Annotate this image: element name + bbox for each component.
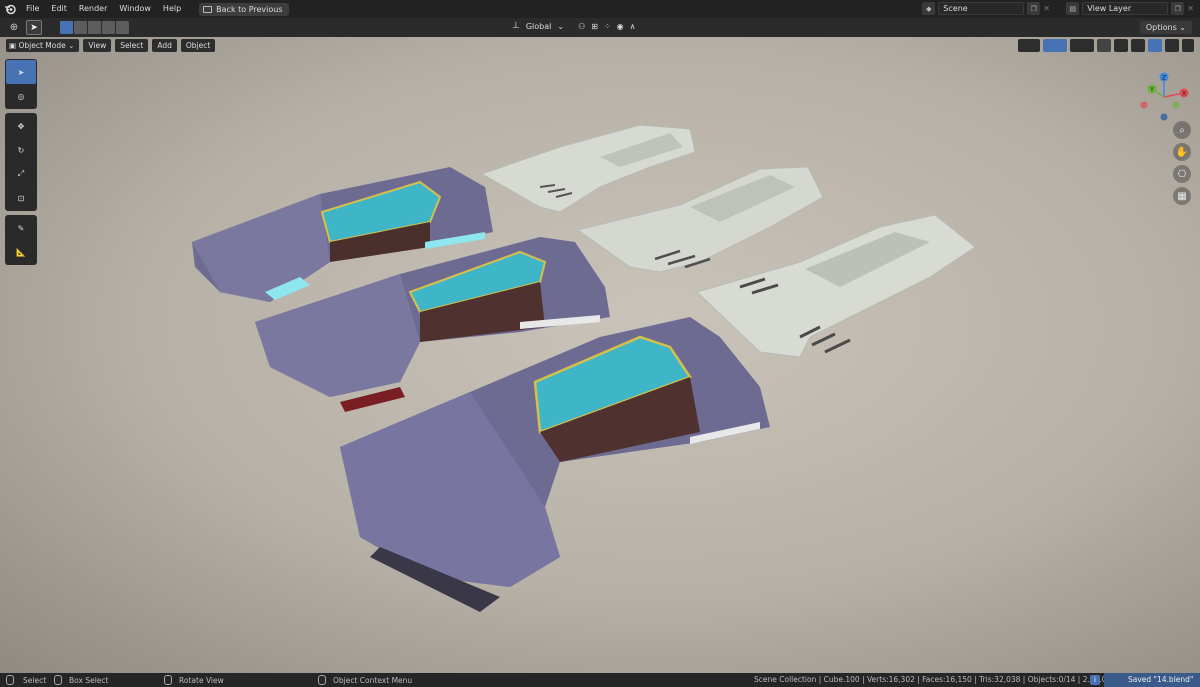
view-layer-close-icon[interactable]: ✕	[1187, 4, 1194, 13]
selection-mode-buttons	[60, 21, 129, 34]
left-toolbar: ➤ ◎ ✥ ↻ ⤢ ⊡ ✎ 📐	[5, 59, 37, 269]
tool-header: ⊕ ➤ ⊥ Global ⌄ ⚇ ⊞ ⁘ ◉ ∧ Options ⌄	[0, 18, 1200, 37]
transform-orientation-icon: ⊥	[512, 21, 520, 31]
menu-help[interactable]: Help	[157, 0, 187, 18]
object-mode-dropdown[interactable]: ▣ Object Mode ⌄	[6, 39, 80, 52]
move-tool-icon[interactable]: ✥	[6, 114, 36, 138]
menu-add[interactable]: Add	[152, 39, 177, 52]
info-icon[interactable]: i	[1090, 675, 1100, 685]
menu-file[interactable]: File	[20, 0, 45, 18]
cursor-tool-icon[interactable]: ◎	[6, 84, 36, 108]
object-mode-label: Object Mode	[18, 41, 66, 50]
status-select-label: Select	[23, 675, 47, 685]
scene-selector: ◆ Scene ❐ ✕	[922, 2, 1050, 15]
snap-icon[interactable]: ⊞	[591, 22, 598, 31]
pan-hand-icon[interactable]: ✋	[1173, 143, 1191, 161]
scene-browse-icon[interactable]: ◆	[922, 2, 936, 15]
xray-icon[interactable]	[1097, 39, 1111, 52]
scene-close-icon[interactable]: ✕	[1043, 4, 1050, 13]
view-layer-selector: ▤ View Layer ❐ ✕	[1066, 2, 1194, 15]
viewport-shading-controls	[1018, 39, 1194, 52]
camera-view-icon[interactable]: ⎔	[1173, 165, 1191, 183]
top-menu-bar: File Edit Render Window Help Back to Pre…	[0, 0, 1200, 18]
options-label: Options	[1145, 23, 1177, 32]
scene-name-field[interactable]: Scene	[938, 2, 1025, 15]
select-invert-icon[interactable]	[102, 21, 115, 34]
menu-select[interactable]: Select	[115, 39, 149, 52]
status-rotate-view-label: Rotate View	[179, 675, 224, 685]
scene-render	[192, 124, 976, 612]
view-layer-name-field[interactable]: View Layer	[1082, 2, 1169, 15]
mouse-middle-icon	[164, 675, 172, 685]
chevron-down-icon: ⌄	[557, 21, 565, 31]
gizmo-x-label: X	[1182, 91, 1186, 98]
select-extend-icon[interactable]	[74, 21, 87, 34]
shading-options-icon[interactable]	[1182, 39, 1194, 52]
view-layer-new-icon[interactable]: ❐	[1171, 2, 1185, 15]
white-model-2[interactable]	[576, 166, 824, 273]
annotate-tool-icon[interactable]: ✎	[6, 216, 36, 240]
zoom-icon[interactable]: ⌕	[1173, 121, 1191, 139]
mouse-right-icon	[318, 675, 326, 685]
gizmo-y-label: Y	[1149, 87, 1154, 94]
back-to-previous-button[interactable]: Back to Previous	[199, 2, 289, 16]
menu-window[interactable]: Window	[113, 0, 157, 18]
menu-edit[interactable]: Edit	[45, 0, 73, 18]
rendered-shading-icon[interactable]	[1165, 39, 1179, 52]
view-layer-browse-icon[interactable]: ▤	[1066, 2, 1080, 15]
scene-new-icon[interactable]: ❐	[1027, 2, 1041, 15]
gizmo-neg-z-axis[interactable]	[1160, 113, 1168, 121]
pivot-point-icon[interactable]: ⚇	[578, 22, 585, 31]
measure-tool-icon[interactable]: 📐	[6, 240, 36, 264]
visibility-icon[interactable]	[1018, 39, 1040, 52]
status-bar: Select Box Select Rotate View Object Con…	[0, 673, 1200, 687]
screen-icon	[203, 5, 213, 13]
active-tool-select-icon[interactable]: ➤	[26, 20, 42, 35]
select-box-tool-icon[interactable]: ➤	[6, 60, 36, 84]
proportional-editing-icon[interactable]: ◉	[617, 22, 624, 31]
white-model-1[interactable]	[480, 124, 696, 213]
scene-statistics: Scene Collection | Cube.100 | Verts:16,3…	[754, 675, 1107, 684]
menu-view[interactable]: View	[83, 39, 112, 52]
navigation-gizmo[interactable]: X Z Y	[1134, 67, 1194, 127]
blender-logo-icon[interactable]	[0, 0, 20, 18]
menu-object[interactable]: Object	[180, 39, 216, 52]
gizmo-z-label: Z	[1162, 75, 1166, 82]
select-intersect-icon[interactable]	[116, 21, 129, 34]
transform-tool-icon[interactable]: ⊡	[6, 186, 36, 210]
gizmo-neg-x-axis[interactable]	[1140, 101, 1148, 109]
viewport-header: ▣ Object Mode ⌄ View Select Add Object	[6, 39, 216, 52]
options-dropdown[interactable]: Options ⌄	[1139, 21, 1192, 34]
transform-orientation-dropdown[interactable]: Global	[526, 22, 552, 31]
menu-render[interactable]: Render	[73, 0, 113, 18]
overlays-icon[interactable]	[1070, 39, 1094, 52]
back-to-previous-label: Back to Previous	[216, 4, 283, 14]
solid-shading-icon[interactable]	[1131, 39, 1145, 52]
3d-viewport[interactable]: ▣ Object Mode ⌄ View Select Add Object ➤…	[0, 37, 1200, 673]
navigation-buttons: ⌕ ✋ ⎔ ▦	[1173, 121, 1191, 205]
select-subtract-icon[interactable]	[88, 21, 101, 34]
snap-target-icon[interactable]: ⁘	[604, 22, 611, 31]
editor-type-icon[interactable]: ⊕	[6, 20, 22, 35]
wireframe-shading-icon[interactable]	[1114, 39, 1128, 52]
select-new-icon[interactable]	[60, 21, 73, 34]
mouse-drag-icon	[54, 675, 62, 685]
perspective-grid-icon[interactable]: ▦	[1173, 187, 1191, 205]
status-context-menu-label: Object Context Menu	[333, 675, 413, 685]
saved-notification[interactable]: Saved "14.blend"	[1104, 673, 1200, 687]
mouse-left-icon	[6, 675, 14, 685]
gizmo-neg-y-axis[interactable]	[1172, 101, 1180, 109]
gizmo-toggle-icon[interactable]	[1043, 39, 1067, 52]
falloff-icon[interactable]: ∧	[630, 22, 636, 31]
rotate-tool-icon[interactable]: ↻	[6, 138, 36, 162]
scale-tool-icon[interactable]: ⤢	[6, 162, 36, 186]
status-box-select-label: Box Select	[69, 675, 109, 685]
material-shading-icon[interactable]	[1148, 39, 1162, 52]
